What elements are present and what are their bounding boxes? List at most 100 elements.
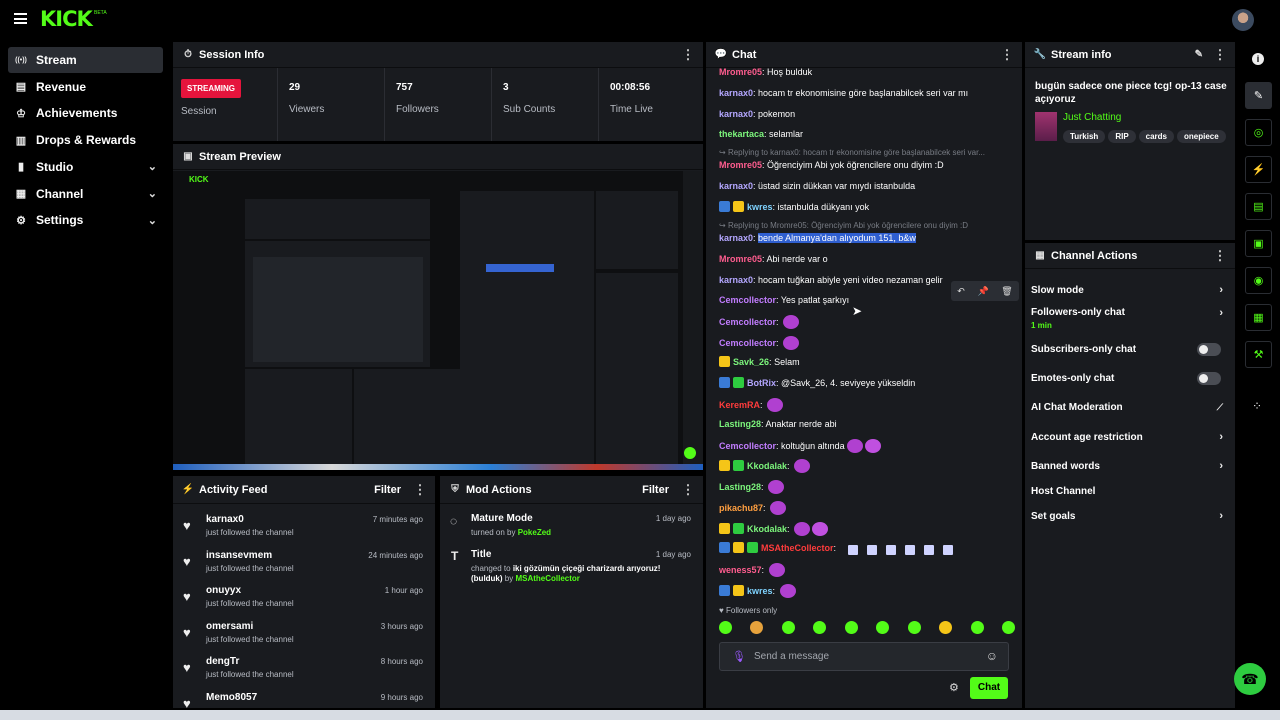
tag-chip[interactable]: Turkish: [1063, 130, 1106, 143]
layout-icon[interactable]: ▦: [1245, 304, 1272, 331]
chat-message[interactable]: pikachu87:: [719, 501, 1012, 515]
more-icon[interactable]: ⋮: [681, 482, 695, 498]
more-icon[interactable]: ⋮: [413, 482, 427, 498]
sidebar-item-stream[interactable]: ((•)) Stream: [8, 47, 163, 73]
chat-username[interactable]: karnax0: [719, 109, 753, 119]
chat-username[interactable]: pikachu87: [719, 503, 763, 513]
channel-action-slow-mode[interactable]: Slow mode ›: [1031, 277, 1227, 303]
chat-username[interactable]: karnax0: [719, 88, 753, 98]
more-icon[interactable]: ⋮: [1213, 47, 1227, 63]
emote-icon[interactable]: [939, 621, 953, 634]
avatar[interactable]: [1232, 9, 1254, 31]
channel-action-followers-only-chat[interactable]: Followers-only chat 1 min ›: [1031, 305, 1227, 333]
notes-icon[interactable]: ▤: [1245, 193, 1272, 220]
chart-icon[interactable]: ⟋: [1217, 402, 1223, 413]
chat-message[interactable]: Kkodalak:: [719, 522, 1012, 536]
more-icon[interactable]: ⋮: [681, 47, 695, 63]
menu-icon[interactable]: [14, 13, 27, 24]
chat-username[interactable]: Kkodalak: [747, 524, 787, 534]
chat-username[interactable]: BotRix: [747, 378, 776, 388]
apps-icon[interactable]: ⁘: [1252, 399, 1262, 413]
mod-item-user[interactable]: MSAtheCollector: [515, 574, 579, 583]
chat-username[interactable]: weness57: [719, 565, 762, 575]
emote-icon[interactable]: [907, 621, 921, 634]
chevron-right-icon[interactable]: ›: [1219, 460, 1223, 472]
chevron-right-icon[interactable]: ›: [1219, 510, 1223, 522]
support-icon[interactable]: ☎: [1234, 663, 1266, 695]
chat-username[interactable]: Mromre05: [719, 160, 762, 170]
activity-user[interactable]: dengTr: [206, 656, 239, 667]
chat-username[interactable]: thekartaca: [719, 129, 764, 139]
activity-user[interactable]: insansevmem: [206, 550, 272, 561]
focus-icon[interactable]: ◎: [1245, 119, 1272, 146]
chat-message[interactable]: Savk_26: Selam: [719, 356, 1012, 369]
chat-username[interactable]: karnax0: [719, 275, 753, 285]
chat-message[interactable]: karnax0: hocam tr ekonomisine göre başla…: [719, 87, 1012, 100]
chat-username[interactable]: kwres: [747, 586, 773, 596]
chat-message[interactable]: KeremRA:: [719, 398, 1012, 412]
kick-logo[interactable]: KICK: [40, 7, 93, 31]
emote-icon[interactable]: [844, 621, 858, 634]
channel-action-set-goals[interactable]: Set goals ›: [1031, 503, 1227, 529]
broadcast-icon[interactable]: ◉: [1245, 267, 1272, 294]
wrench-icon[interactable]: ⚒: [1245, 341, 1272, 368]
tag-chip[interactable]: onepiece: [1177, 130, 1226, 143]
send-chat-button[interactable]: Chat: [970, 677, 1008, 699]
category-thumbnail[interactable]: [1035, 112, 1057, 141]
toggle-switch[interactable]: [1197, 342, 1221, 356]
category-link[interactable]: Just Chatting: [1063, 112, 1121, 123]
chat-message[interactable]: kwres:: [719, 584, 1012, 598]
pin-icon[interactable]: 📌: [977, 286, 988, 297]
chat-message[interactable]: kwres: istanbulda dükyanı yok: [719, 201, 1012, 214]
channel-action-emotes-only-chat[interactable]: Emotes-only chat: [1031, 365, 1227, 391]
chat-message[interactable]: Lasting28:: [719, 480, 1012, 494]
chat-username[interactable]: KeremRA: [719, 400, 760, 410]
chat-username[interactable]: Lasting28: [719, 419, 761, 429]
channel-action-host-channel[interactable]: Host Channel: [1031, 478, 1227, 504]
chat-message[interactable]: BotRix: @Savk_26, 4. seviyeye yükseldin: [719, 377, 1012, 390]
edit-icon[interactable]: ✎: [1195, 49, 1203, 60]
chat-message[interactable]: karnax0: bende Almanya'dan alıyodum 151,…: [719, 232, 1012, 245]
sidebar-item-channel[interactable]: ▦ Channel ⌄: [8, 181, 163, 207]
chevron-right-icon[interactable]: ›: [1219, 307, 1223, 319]
more-icon[interactable]: ⋮: [1000, 47, 1014, 63]
emoji-icon[interactable]: ☺: [986, 649, 998, 663]
info-icon[interactable]: i: [1252, 53, 1264, 65]
chat-message[interactable]: Kkodalak:: [719, 459, 1012, 473]
chevron-right-icon[interactable]: ›: [1219, 284, 1223, 296]
chat-username[interactable]: karnax0: [719, 181, 753, 191]
chat-username[interactable]: Savk_26: [733, 357, 769, 367]
chat-username[interactable]: Cemcollector: [719, 338, 776, 348]
chat-message[interactable]: Mromre05: Hoş bulduk: [719, 66, 1012, 79]
chat-message[interactable]: Mromre05: Abi nerde var o: [719, 253, 1012, 266]
mod-filter-button[interactable]: Filter: [642, 484, 669, 496]
sidebar-item-studio[interactable]: ▮ Studio ⌄: [8, 154, 163, 180]
mic-icon[interactable]: 🎙: [732, 650, 746, 663]
chat-message[interactable]: weness57:: [719, 563, 1012, 577]
sidebar-item-revenue[interactable]: ▤ Revenue: [8, 74, 163, 100]
emote-icon[interactable]: [781, 621, 795, 634]
sidebar-item-achievements[interactable]: ♔ Achievements: [8, 100, 163, 126]
chevron-right-icon[interactable]: ›: [1219, 431, 1223, 443]
chat-message[interactable]: thekartaca: selamlar: [719, 128, 1012, 141]
chat-message[interactable]: Cemcollector:: [719, 315, 1012, 329]
chat-username[interactable]: Cemcollector: [719, 441, 776, 451]
chat-username[interactable]: kwres: [747, 202, 773, 212]
chat-icon[interactable]: ▣: [1245, 230, 1272, 257]
chat-username[interactable]: karnax0: [719, 233, 753, 243]
chat-username[interactable]: Lasting28: [719, 482, 761, 492]
trash-icon[interactable]: 🗑: [1001, 286, 1012, 297]
tag-chip[interactable]: cards: [1138, 130, 1175, 143]
chat-settings-icon[interactable]: ⚙: [949, 681, 959, 694]
activity-user[interactable]: Memo8057: [206, 692, 257, 703]
channel-action-account-age-restriction[interactable]: Account age restriction ›: [1031, 424, 1227, 450]
activity-user[interactable]: onuyyx: [206, 585, 241, 596]
more-icon[interactable]: ⋮: [1213, 248, 1227, 264]
bolt-icon[interactable]: ⚡: [1245, 156, 1272, 183]
edit-icon[interactable]: ✎: [1245, 82, 1272, 109]
chat-username[interactable]: Mromre05: [719, 67, 762, 77]
sidebar-item-drops-rewards[interactable]: ▥ Drops & Rewards: [8, 127, 163, 153]
chat-username[interactable]: Mromre05: [719, 254, 762, 264]
chat-username[interactable]: MSAtheCollector: [761, 543, 834, 553]
chat-message[interactable]: Cemcollector:: [719, 336, 1012, 350]
